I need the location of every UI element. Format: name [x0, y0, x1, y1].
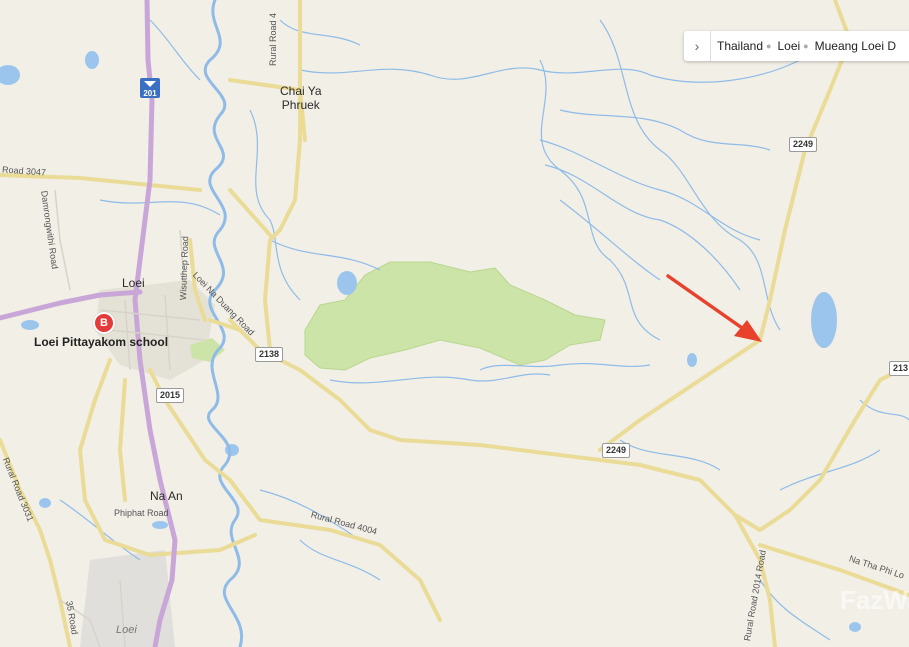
road-shield-2138: 2138 — [255, 347, 284, 362]
chevron-right-icon[interactable]: › — [684, 31, 711, 61]
breadcrumb-item-district[interactable]: Mueang Loei D — [809, 39, 899, 53]
highway-number: 201 — [143, 89, 157, 98]
road-shield-2249-top: 2249 — [789, 137, 818, 152]
breadcrumb-item-country[interactable]: Thailand — [711, 39, 766, 53]
map-canvas — [0, 0, 909, 647]
road-shield-213: 213 — [889, 361, 909, 376]
poi-label-school[interactable]: Loei Pittayakom school — [34, 335, 168, 349]
breadcrumb: › Thailand ● Loei ● Mueang Loei D — [684, 31, 909, 61]
map-view[interactable]: 201 2249 2249 2138 2015 213 Chai Ya Phru… — [0, 0, 909, 647]
road-shield-2249-mid: 2249 — [602, 443, 631, 458]
poi-marker-badge[interactable]: B — [93, 312, 115, 334]
town-label-chai-ya-phruek: Chai Ya Phruek — [280, 84, 322, 112]
town-label-loei: Loei — [122, 276, 145, 290]
poi-marker-school[interactable]: B — [93, 312, 115, 334]
watermark-logo: FazWaz — [840, 585, 909, 615]
town-label-na-an: Na An — [150, 489, 183, 503]
road-label-rural-road-4: Rural Road 4 — [268, 12, 278, 66]
road-shield-2015: 2015 — [156, 388, 185, 403]
area-label-loei: Loei — [116, 624, 137, 636]
road-label-phiphat: Phiphat Road — [114, 508, 169, 518]
red-arrow-icon — [666, 274, 762, 342]
breadcrumb-item-province[interactable]: Loei — [771, 39, 803, 53]
highway-201-icon: 201 — [140, 78, 160, 98]
